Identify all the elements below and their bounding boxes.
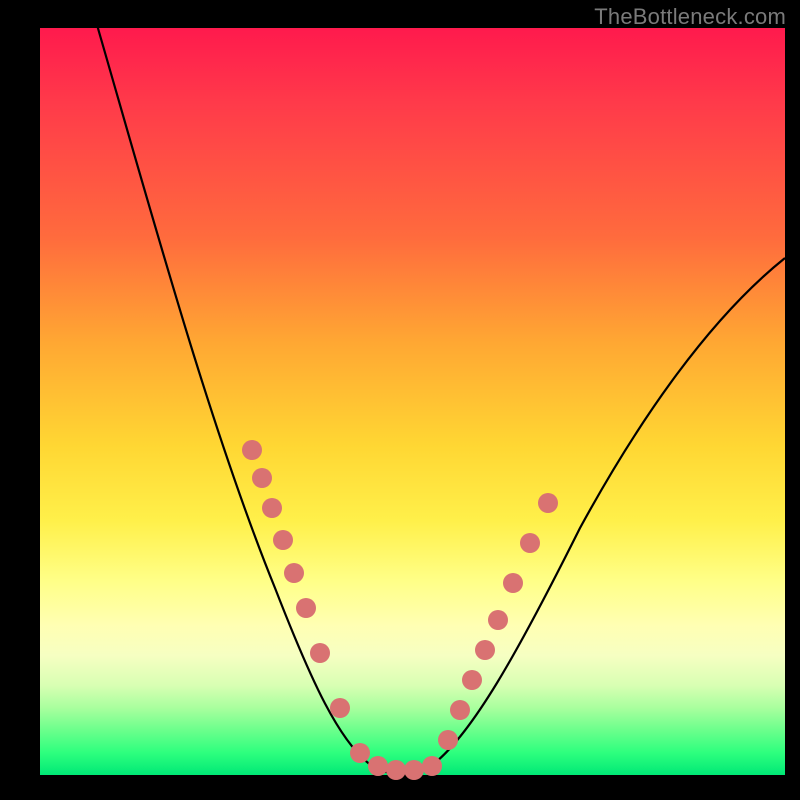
- marker-dot: [296, 598, 316, 618]
- chart-frame: TheBottleneck.com: [0, 0, 800, 800]
- marker-dot: [330, 698, 350, 718]
- bottleneck-curve-svg: [40, 28, 785, 775]
- marker-dot: [450, 700, 470, 720]
- marker-dot: [462, 670, 482, 690]
- marker-dot: [368, 756, 388, 776]
- marker-dot: [520, 533, 540, 553]
- marker-dot: [386, 760, 406, 780]
- marker-dot: [350, 743, 370, 763]
- bottleneck-curve: [95, 18, 785, 774]
- marker-dot: [252, 468, 272, 488]
- watermark-text: TheBottleneck.com: [594, 4, 786, 30]
- marker-dot: [242, 440, 262, 460]
- marker-dot: [475, 640, 495, 660]
- marker-dot: [310, 643, 330, 663]
- marker-dot: [262, 498, 282, 518]
- marker-dot: [538, 493, 558, 513]
- marker-dot: [488, 610, 508, 630]
- marker-dot: [422, 756, 442, 776]
- marker-dot: [273, 530, 293, 550]
- marker-dot: [503, 573, 523, 593]
- marker-dot: [284, 563, 304, 583]
- marker-dot: [438, 730, 458, 750]
- plot-area: [40, 28, 785, 775]
- marker-dot: [404, 760, 424, 780]
